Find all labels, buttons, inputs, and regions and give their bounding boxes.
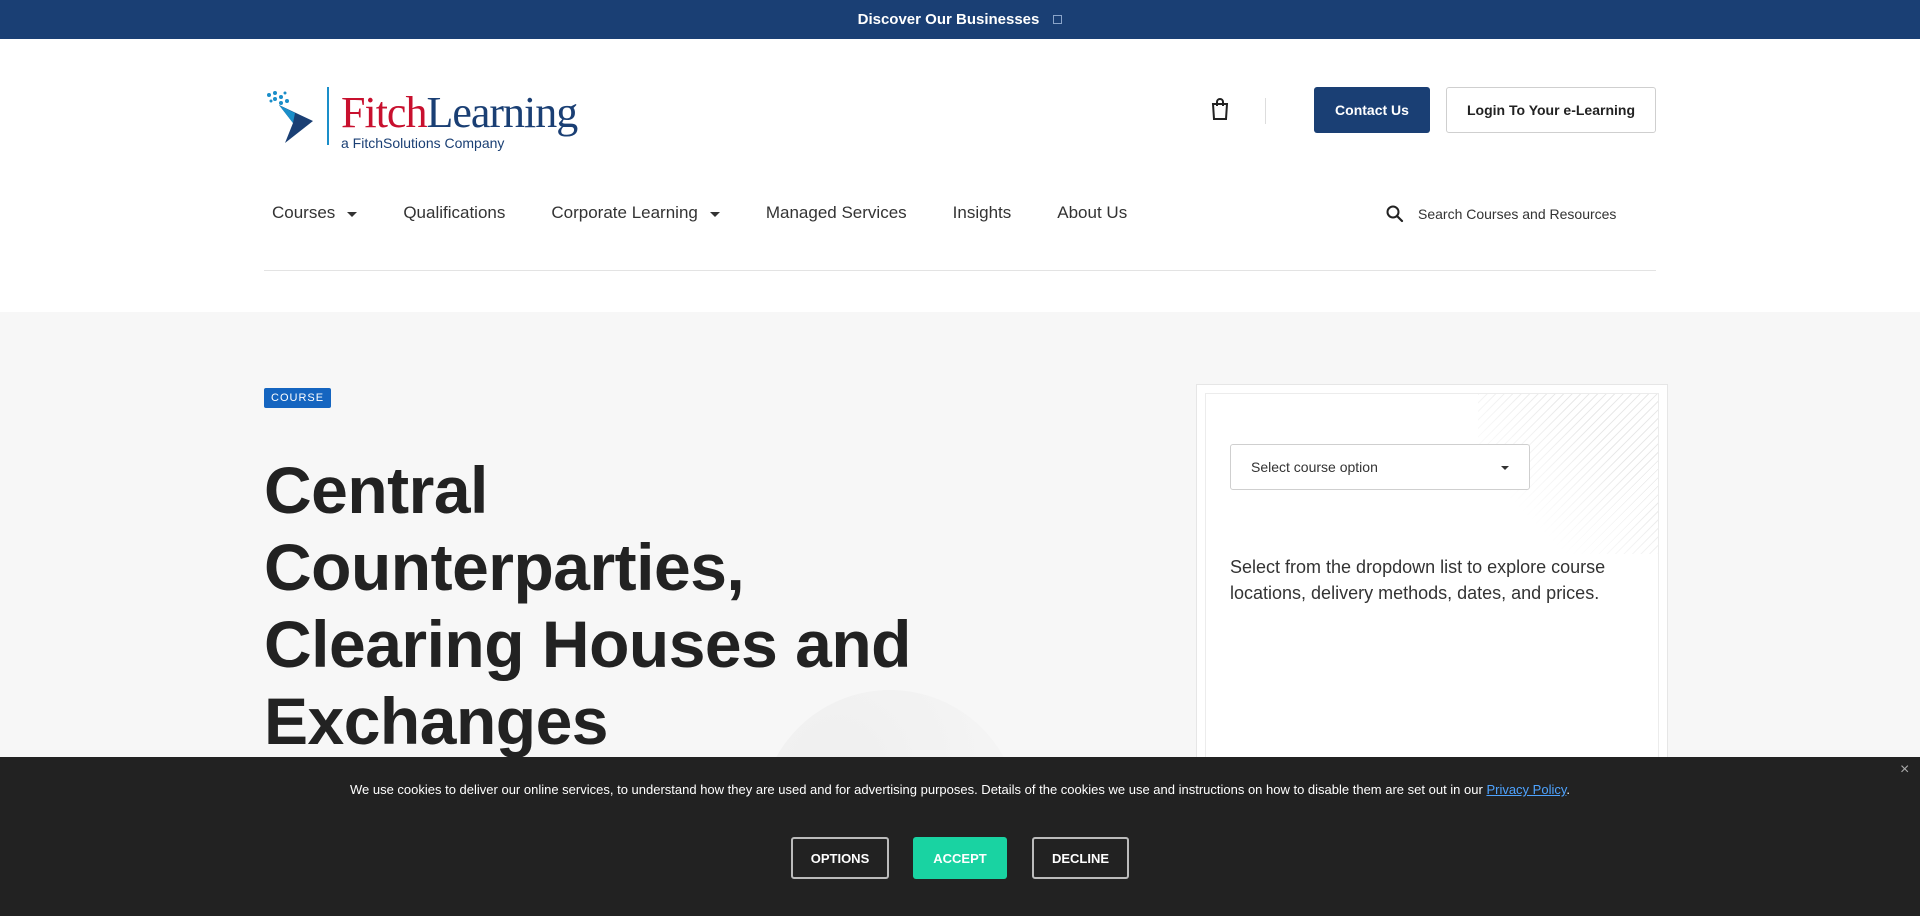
search-input[interactable] [1418, 206, 1628, 222]
nav-item-courses[interactable]: Courses [272, 203, 358, 223]
privacy-policy-link[interactable]: Privacy Policy [1486, 782, 1566, 797]
login-elearning-button[interactable]: Login To Your e-Learning [1446, 87, 1656, 133]
search-icon[interactable] [1384, 203, 1406, 225]
logo-divider [327, 87, 329, 145]
nav-item-label: About Us [1057, 203, 1128, 222]
cookie-message-suffix: . [1566, 782, 1571, 797]
header-divider [264, 270, 1656, 271]
header-separator [1265, 98, 1266, 124]
course-badge: COURSE [264, 388, 332, 408]
close-icon[interactable]: × [1900, 762, 1914, 778]
discover-businesses-bar[interactable]: Discover Our Businesses [0, 0, 1920, 39]
site-search [1384, 199, 1656, 229]
cookie-banner: × We use cookies to deliver our online s… [0, 757, 1920, 916]
nav-item-corporate-learning[interactable]: Corporate Learning [551, 203, 720, 223]
cookie-options-button[interactable]: OPTIONS [791, 837, 889, 879]
caret-down-icon [709, 211, 720, 217]
nav-item-label: Courses [272, 203, 336, 222]
logo-mark-icon [267, 91, 313, 143]
caret-down-icon [347, 211, 358, 217]
course-option-value: Select course option [1251, 459, 1378, 475]
shopping-bag-icon[interactable] [1210, 98, 1230, 120]
nav-item-label: Managed Services [765, 203, 907, 222]
nav-item-label: Insights [952, 203, 1012, 222]
cookie-message: We use cookies to deliver our online ser… [0, 782, 1920, 797]
nav-item-label: Qualifications [403, 203, 506, 222]
nav-item-about-us[interactable]: About Us [1057, 203, 1127, 223]
contact-us-button[interactable]: Contact Us [1314, 87, 1430, 133]
caret-down-icon [1501, 466, 1509, 470]
nav-item-managed-services[interactable]: Managed Services [766, 203, 907, 223]
site-header: FitchLearning a FitchSolutions Company C… [0, 39, 1920, 312]
course-options-description: Select from the dropdown list to explore… [1230, 557, 1606, 603]
logo-word-learning: Learning [426, 88, 578, 137]
cookie-decline-button[interactable]: DECLINE [1032, 837, 1129, 879]
discover-businesses-label[interactable]: Discover Our Businesses [858, 11, 1040, 28]
fitch-learning-logo[interactable]: FitchLearning a FitchSolutions Company [265, 87, 578, 153]
cookie-message-text: We use cookies to deliver our online ser… [349, 782, 1483, 797]
main-nav: Courses Qualifications Corporate Learnin… [272, 200, 1173, 226]
cookie-accept-button[interactable]: ACCEPT [913, 837, 1007, 879]
nav-item-qualifications[interactable]: Qualifications [403, 203, 505, 223]
nav-item-insights[interactable]: Insights [953, 203, 1012, 223]
logo-tagline: a FitchSolutions Company [341, 135, 505, 151]
logo-word-fitch: Fitch [341, 88, 427, 137]
chevron-down-icon[interactable] [1053, 15, 1063, 24]
page-title: Central Counterparties, Clearing Houses … [264, 453, 912, 758]
course-option-select[interactable]: Select course option [1230, 444, 1530, 490]
logo-wordmark: FitchLearning [341, 87, 578, 138]
nav-item-label: Corporate Learning [551, 203, 698, 222]
